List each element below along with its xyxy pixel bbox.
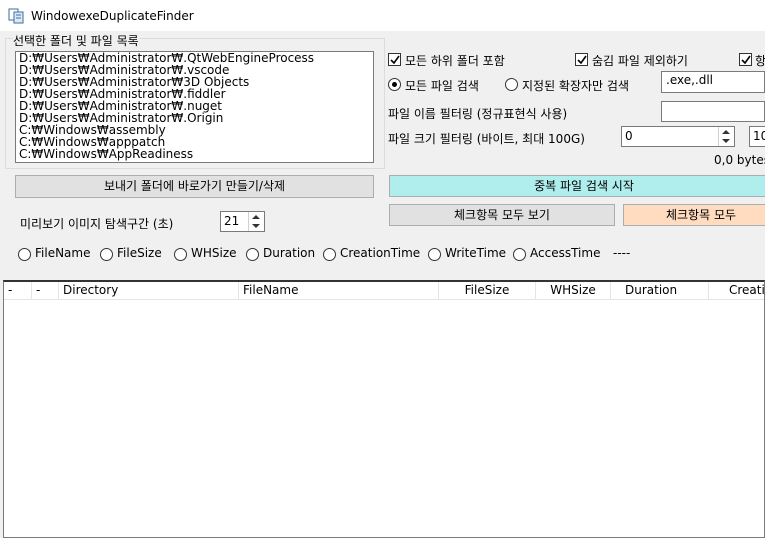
third-option-label[interactable]: 항 <box>755 52 765 69</box>
preview-stepper[interactable]: 21 <box>220 211 265 232</box>
size-filter-label: 파일 크기 필터링 (바이트, 최대 100G) <box>388 132 585 146</box>
exclude-hidden-label[interactable]: 숨김 파일 제외하기 <box>592 52 688 69</box>
size-max-stepper[interactable]: 10 <box>749 126 765 147</box>
size-display: 0,0 bytes <box>714 153 765 167</box>
sort-creationtime-radio[interactable] <box>323 248 336 261</box>
folder-group-label: 선택한 폴더 및 파일 목록 <box>13 32 139 49</box>
column-header-creation[interactable]: Creati <box>709 282 764 299</box>
sort-duration-label[interactable]: Duration <box>263 246 315 260</box>
column-header-filesize[interactable]: FileSize <box>439 282 536 299</box>
sort-duration-radio[interactable] <box>246 248 259 261</box>
folder-list-item[interactable]: C:₩Windows₩AppReadiness <box>16 148 373 160</box>
results-listview[interactable]: - - Directory FileName FileSize WHSize D… <box>3 280 765 538</box>
column-header-filename[interactable]: FileName <box>239 282 439 299</box>
shortcut-button[interactable]: 보내기 폴더에 바로가기 만들기/삭제 <box>15 175 374 198</box>
sort-whsize-radio[interactable] <box>174 248 187 261</box>
name-filter-label: 파일 이름 필터링 (정규표현식 사용) <box>388 107 568 121</box>
sort-writetime-label[interactable]: WriteTime <box>445 246 506 260</box>
sort-whsize-label[interactable]: WHSize <box>191 246 237 260</box>
size-min-value: 0 <box>625 129 633 143</box>
start-search-button[interactable]: 중복 파일 검색 시작 <box>389 175 765 197</box>
spin-arrows-icon[interactable] <box>718 127 734 146</box>
sort-filename-label[interactable]: FileName <box>35 246 90 260</box>
third-option-checkbox[interactable] <box>739 53 752 66</box>
window-title: WindowexeDuplicateFinder <box>31 9 194 23</box>
app-icon <box>8 8 24 24</box>
sort-writetime-radio[interactable] <box>428 248 441 261</box>
include-subfolders-label[interactable]: 모든 하위 폴더 포함 <box>405 52 505 69</box>
search-ext-radio[interactable] <box>505 78 518 91</box>
preview-value: 21 <box>224 214 240 228</box>
sort-filename-radio[interactable] <box>18 248 31 261</box>
name-filter-input[interactable] <box>661 101 765 122</box>
column-header-check1[interactable]: - <box>4 282 32 299</box>
include-subfolders-checkbox[interactable] <box>388 53 401 66</box>
extension-input[interactable]: .exe,.dll <box>661 71 765 93</box>
exclude-hidden-checkbox[interactable] <box>575 53 588 66</box>
sort-accesstime-label[interactable]: AccessTime <box>530 246 600 260</box>
results-header: - - Directory FileName FileSize WHSize D… <box>4 282 764 300</box>
sort-filesize-radio[interactable] <box>100 248 113 261</box>
view-checked-button[interactable]: 체크항목 모두 보기 <box>389 204 615 226</box>
delete-checked-button[interactable]: 체크항목 모두 <box>623 204 765 226</box>
search-ext-label[interactable]: 지정된 확장자만 검색 <box>522 77 629 94</box>
sort-filesize-label[interactable]: FileSize <box>117 246 162 260</box>
size-max-value: 10 <box>753 129 765 143</box>
search-all-label[interactable]: 모든 파일 검색 <box>405 77 479 94</box>
sort-dashes: ---- <box>613 246 631 260</box>
spin-arrows-icon[interactable] <box>248 212 264 231</box>
column-header-duration[interactable]: Duration <box>611 282 709 299</box>
sort-accesstime-radio[interactable] <box>513 248 526 261</box>
search-all-radio[interactable] <box>388 78 401 91</box>
preview-label: 미리보기 이미지 탐색구간 (초) <box>20 217 174 231</box>
size-min-stepper[interactable]: 0 <box>621 126 735 147</box>
column-header-whsize[interactable]: WHSize <box>536 282 611 299</box>
folder-list[interactable]: D:₩Users₩Administrator₩.QtWebEngineProce… <box>15 51 374 163</box>
column-header-check2[interactable]: - <box>32 282 59 299</box>
column-header-directory[interactable]: Directory <box>59 282 239 299</box>
sort-creationtime-label[interactable]: CreationTime <box>340 246 420 260</box>
